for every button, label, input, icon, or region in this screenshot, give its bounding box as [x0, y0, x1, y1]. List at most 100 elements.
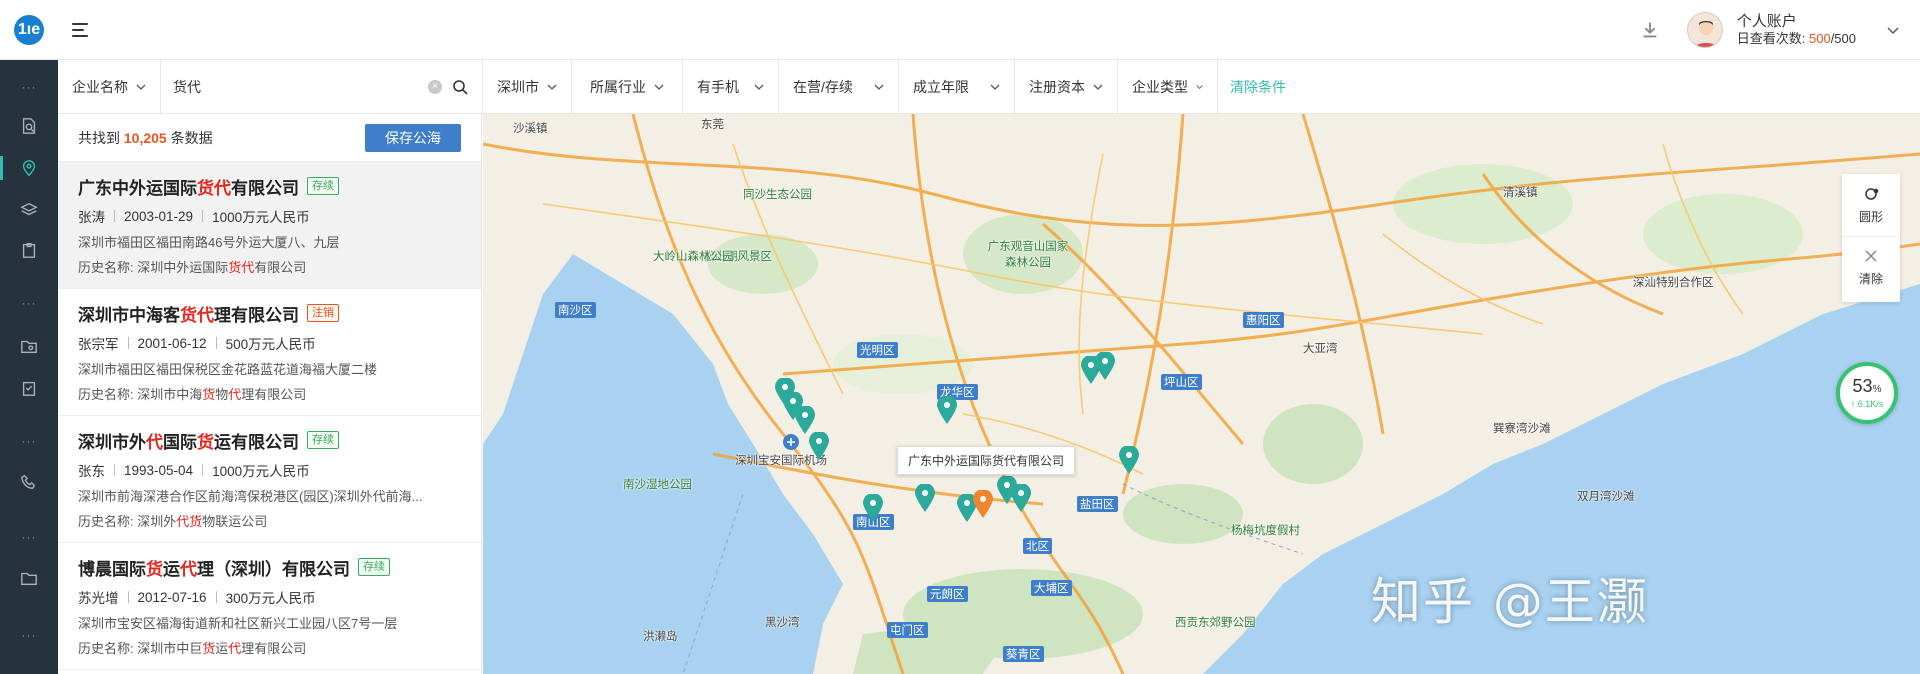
speed-rate: ↑ 6.1K/s	[1850, 399, 1884, 409]
filter-name-field[interactable]: 企业名称	[58, 59, 161, 114]
company-pin[interactable]	[809, 432, 829, 460]
list-item[interactable]: 广东中外运国际 货代 有限公司 存续 张涛 2003-01-29 1000万元人民币…	[58, 162, 481, 289]
legal-person: 张宗军	[78, 337, 119, 352]
list-item[interactable]: 深圳市中海客 货代 理有限公司 注销 张宗军 2001-06-12 500万元人民币…	[58, 289, 481, 416]
company-pin[interactable]	[795, 406, 815, 434]
avatar[interactable]	[1686, 12, 1723, 48]
filter-years[interactable]: 成立年限	[899, 59, 1015, 114]
chevron-down-icon	[754, 84, 764, 90]
map-label: 巽寮湾沙滩	[1493, 423, 1551, 435]
map-label: 大亚湾	[1303, 343, 1338, 355]
sidebar-item-map[interactable]	[0, 150, 58, 186]
company-address: 深圳市前海深港合作区前海湾保税港区(园区)深圳外代前海...	[78, 489, 423, 504]
company-meta: 苏光增 2012-07-16 300万元人民币	[78, 587, 461, 607]
founded-date: 2001-06-12	[137, 335, 207, 351]
legal-person: 苏光增	[78, 591, 119, 606]
registered-capital: 1000万元人民币	[212, 210, 310, 225]
circle-draw-icon	[1865, 187, 1879, 200]
results-header: 共找到 10,205 条数据 保存公海	[58, 114, 481, 162]
clear-filters-link[interactable]: 清除条件	[1218, 77, 1298, 97]
filter-bar: 企业名称 × 深圳市 所属行业 有手机 在营/存续 成立年限 注册资本 企业类型…	[58, 59, 1920, 114]
tool-clear[interactable]: 清除	[1842, 236, 1900, 298]
sidebar-dots: ···	[21, 530, 37, 544]
status-badge: 注销	[307, 304, 339, 322]
company-meta: 张宗军 2001-06-12 500万元人民币	[78, 333, 461, 353]
registered-capital: 300万元人民币	[225, 591, 316, 606]
map-label: 深汕特别合作区	[1633, 277, 1714, 289]
results-panel: 共找到 10,205 条数据 保存公海 广东中外运国际 货代 有限公司 存续 张涛 …	[58, 114, 482, 674]
results-count: 共找到 10,205 条数据	[78, 129, 213, 146]
top-bar-right: 个人账户 日查看次数: 500/500	[1639, 0, 1920, 60]
chevron-down-icon[interactable]	[1886, 23, 1900, 37]
sidebar-dots: ···	[21, 628, 37, 642]
sidebar-item-folder-search[interactable]	[0, 328, 58, 364]
phone-icon	[21, 474, 36, 489]
search-input[interactable]	[173, 78, 413, 95]
filter-type[interactable]: 企业类型	[1118, 59, 1218, 114]
app-logo[interactable]: 1ıе	[14, 14, 44, 45]
tool-circle[interactable]: 圆形	[1842, 174, 1900, 236]
legal-person: 张东	[78, 464, 105, 479]
history-name: 历史名称: 深圳中外运国际货代有限公司	[78, 260, 307, 275]
sidebar-item-phone[interactable]	[0, 464, 58, 500]
download-icon[interactable]	[1639, 19, 1661, 41]
save-to-pool-button[interactable]: 保存公海	[365, 123, 461, 152]
map-label-park: 西贡东郊野公园	[1175, 617, 1256, 629]
company-name[interactable]: 深圳市外代国际货运有限公司 存续	[78, 428, 461, 452]
map-label-park: 同沙生态公园	[743, 189, 812, 201]
account-quota: 日查看次数: 500/500	[1736, 31, 1856, 46]
sidebar-item-layers[interactable]	[0, 192, 58, 228]
filter-type-label: 企业类型	[1132, 78, 1188, 95]
company-pin[interactable]	[937, 396, 957, 424]
map-label: 东莞	[701, 119, 724, 131]
filter-city[interactable]: 深圳市	[483, 59, 572, 114]
company-pin-selected[interactable]	[973, 490, 993, 518]
company-pin[interactable]	[1095, 352, 1115, 380]
sidebar-item-clipboard[interactable]	[0, 232, 58, 268]
founded-date: 2003-01-29	[124, 208, 194, 224]
filter-status[interactable]: 在营/存续	[779, 59, 899, 114]
founded-date: 1993-05-04	[124, 462, 194, 478]
map-view[interactable]: 东莞 沙溪镇 清溪镇 南沙区 同沙生态公园 松山湖风景区 大岭山森林公园 广东观…	[483, 114, 1920, 674]
chevron-down-icon	[874, 84, 884, 90]
watermark: 知乎 @王灏	[1371, 573, 1649, 631]
clear-search-icon[interactable]: ×	[428, 79, 442, 94]
map-label-district: 坪山区	[1161, 374, 1202, 390]
filter-industry[interactable]: 所属行业	[572, 59, 683, 114]
sidebar-item-search[interactable]	[0, 108, 58, 144]
company-name[interactable]: 博晨国际货运代理（深圳）有限公司 存续	[78, 555, 461, 579]
list-item[interactable]: 博晨国际货运代理（深圳）有限公司 存续 苏光增 2012-07-16 300万元…	[58, 543, 481, 670]
chevron-down-icon	[1093, 84, 1103, 90]
sidebar-item-checklist[interactable]	[0, 370, 58, 406]
search-icon[interactable]	[452, 79, 468, 95]
layers-icon	[20, 202, 38, 216]
list-item[interactable]: 深圳市外代国际货运有限公司 存续 张东 1993-05-04 1000万元人民币…	[58, 416, 481, 543]
status-badge: 存续	[307, 177, 339, 195]
filter-capital[interactable]: 注册资本	[1015, 59, 1118, 114]
map-label-district: 北区	[1023, 538, 1052, 554]
registered-capital: 500万元人民币	[225, 337, 316, 352]
registered-capital: 1000万元人民币	[212, 464, 310, 479]
filter-phone[interactable]: 有手机	[683, 59, 779, 114]
company-pin[interactable]	[1011, 484, 1031, 512]
quota-used: 500	[1808, 31, 1831, 46]
chevron-down-icon	[547, 84, 557, 90]
network-speed-widget[interactable]: 53% ↑ 6.1K/s	[1836, 362, 1898, 424]
company-pin[interactable]	[915, 484, 935, 512]
sidebar-dots: ···	[21, 80, 37, 94]
company-meta: 张东 1993-05-04 1000万元人民币	[78, 460, 461, 480]
history-name: 历史名称: 深圳市中海货物代理有限公司	[78, 387, 307, 402]
sidebar-dots: ···	[21, 434, 37, 448]
company-pin[interactable]	[863, 494, 883, 522]
company-name[interactable]: 广东中外运国际 货代 有限公司 存续	[78, 174, 461, 198]
quota-total: /500	[1830, 31, 1856, 46]
menu-toggle-icon[interactable]	[72, 22, 90, 37]
filter-status-label: 在营/存续	[793, 78, 853, 95]
filter-years-label: 成立年限	[913, 78, 969, 95]
company-pin[interactable]	[1119, 446, 1139, 474]
sidebar-item-folder[interactable]	[0, 560, 58, 596]
account-name: 个人账户	[1736, 13, 1797, 30]
company-name[interactable]: 深圳市中海客 货代 理有限公司 注销	[78, 301, 461, 325]
account-info[interactable]: 个人账户 日查看次数: 500/500	[1737, 13, 1856, 47]
filter-name-field-label: 企业名称	[72, 78, 128, 95]
